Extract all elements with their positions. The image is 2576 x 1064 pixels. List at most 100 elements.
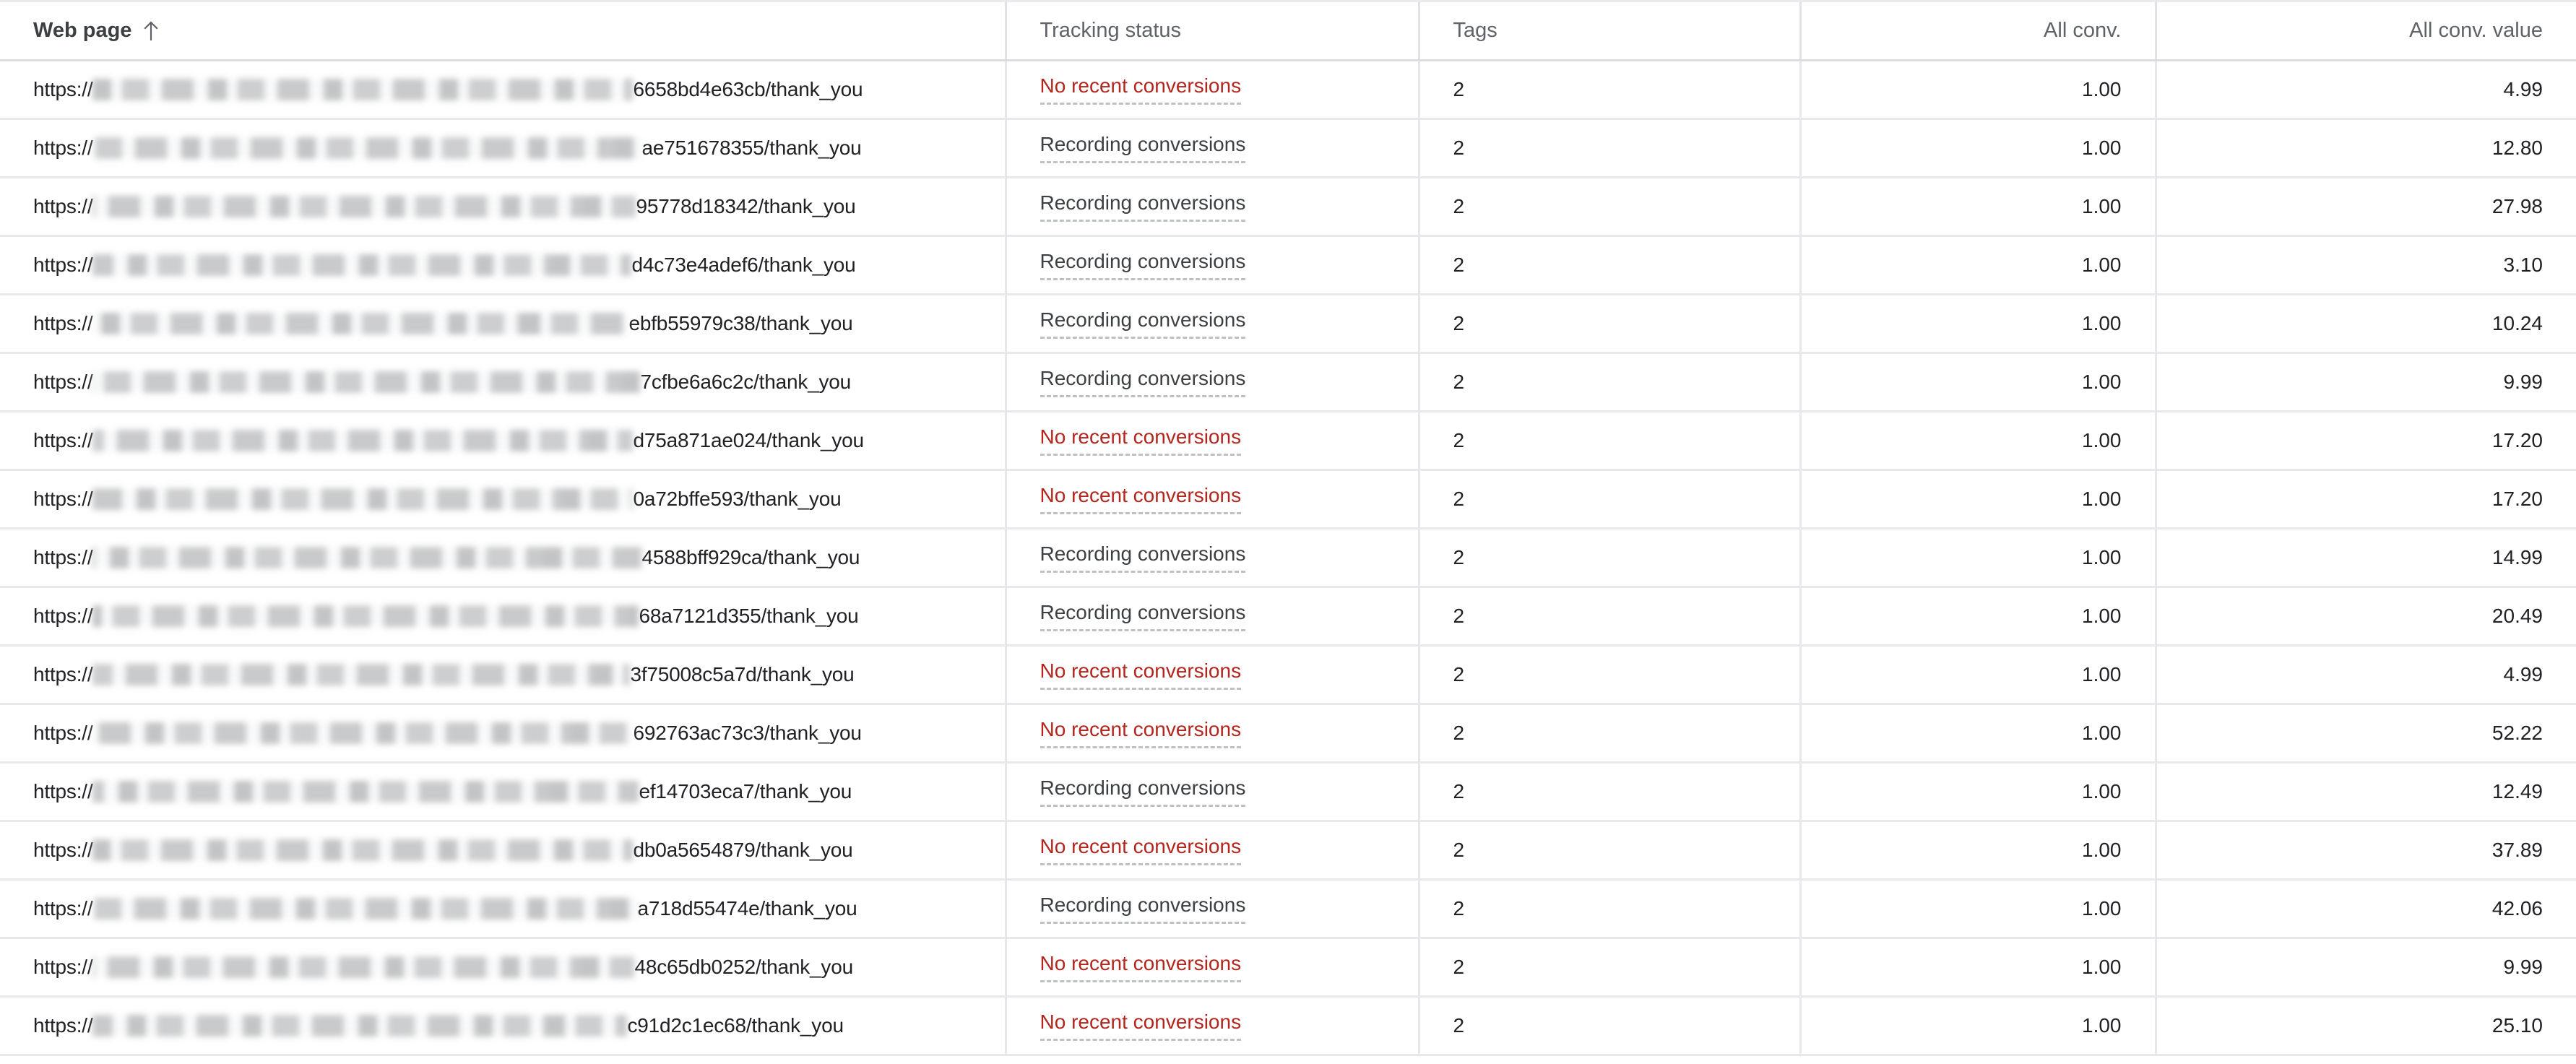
url-suffix: 68a7121d355/thank_you [639, 605, 859, 627]
tracking-status-badge[interactable]: Recording conversions [1040, 133, 1246, 164]
tracking-status-badge[interactable]: Recording conversions [1040, 308, 1246, 339]
cell-tags: 2 [1417, 411, 1800, 471]
web-page-url[interactable]: https:// db0a5654879/thank_you [33, 839, 972, 861]
url-redacted-segment [92, 430, 634, 451]
tracking-status-badge[interactable]: Recording conversions [1040, 894, 1246, 925]
tracking-status-badge[interactable]: No recent conversions [1040, 484, 1242, 515]
web-page-url[interactable]: https:// 4588bff929ca/thank_you [33, 547, 972, 568]
cell-tags: 2 [1417, 821, 1800, 881]
cell-web-page[interactable]: https:// 68a7121d355/thank_you [0, 587, 1006, 646]
column-header-tracking-status[interactable]: Tracking status [1004, 0, 1419, 61]
cell-all-conv: 1.00 [1799, 762, 2156, 822]
web-page-url[interactable]: https:// 0a72bffe593/thank_you [33, 488, 972, 510]
web-page-url[interactable]: https:// c91d2c1ec68/thank_you [33, 1015, 972, 1037]
web-page-url[interactable]: https:// ae751678355/thank_you [33, 137, 972, 159]
tracking-status-badge[interactable]: No recent conversions [1040, 835, 1242, 866]
tracking-status-badge[interactable]: No recent conversions [1040, 1011, 1242, 1042]
cell-web-page[interactable]: https:// a718d55474e/thank_you [0, 879, 1006, 939]
cell-web-page[interactable]: https:// 95778d18342/thank_you [0, 177, 1006, 237]
table-row[interactable]: https:// 692763ac73c3/thank_you No recent … [0, 704, 2576, 764]
arrow-up-icon[interactable] [142, 20, 160, 42]
web-page-url[interactable]: https:// 6658bd4e63cb/thank_you [33, 79, 972, 100]
web-page-url[interactable]: https:// ef14703eca7/thank_you [33, 781, 972, 803]
table-row[interactable]: https:// 48c65db0252/thank_you No recent c… [0, 938, 2576, 998]
web-page-report-table: Web page Tracking status Tags All conv. … [0, 0, 2576, 1056]
tracking-status-badge[interactable]: No recent conversions [1040, 425, 1242, 457]
cell-web-page[interactable]: https:// 6658bd4e63cb/thank_you [0, 60, 1006, 120]
tracking-status-badge[interactable]: No recent conversions [1040, 74, 1242, 105]
cell-tracking-status: Recording conversions [1004, 587, 1419, 646]
cell-web-page[interactable]: https:// ef14703eca7/thank_you [0, 762, 1006, 822]
web-page-url[interactable]: https:// 95778d18342/thank_you [33, 196, 972, 217]
table-row[interactable]: https:// ebfb55979c38/thank_you Recording … [0, 294, 2576, 354]
table-row[interactable]: https:// ef14703eca7/thank_you Recording c… [0, 762, 2576, 822]
web-page-url[interactable]: https:// d4c73e4adef6/thank_you [33, 254, 972, 276]
cell-web-page[interactable]: https:// 692763ac73c3/thank_you [0, 704, 1006, 764]
cell-tracking-status: No recent conversions [1004, 821, 1419, 881]
url-suffix: 3f75008c5a7d/thank_you [630, 663, 855, 685]
cell-all-conv-value: 17.20 [2154, 470, 2576, 529]
table-row[interactable]: https:// ae751678355/thank_you Recording c… [0, 118, 2576, 178]
url-scheme: https:// [33, 78, 93, 100]
cell-web-page[interactable]: https:// c91d2c1ec68/thank_you [0, 996, 1006, 1056]
tracking-status-badge[interactable]: Recording conversions [1040, 542, 1246, 574]
cell-web-page[interactable]: https:// 0a72bffe593/thank_you [0, 470, 1006, 529]
cell-web-page[interactable]: https:// 4588bff929ca/thank_you [0, 528, 1006, 588]
web-page-url[interactable]: https:// 48c65db0252/thank_you [33, 956, 972, 978]
table-row[interactable]: https:// a718d55474e/thank_you Recording c… [0, 879, 2576, 939]
cell-tracking-status: Recording conversions [1004, 118, 1419, 178]
url-redacted-segment [92, 254, 632, 276]
table-row[interactable]: https:// d4c73e4adef6/thank_you Recording … [0, 235, 2576, 295]
cell-web-page[interactable]: https:// db0a5654879/thank_you [0, 821, 1006, 881]
table-row[interactable]: https:// d75a871ae024/thank_you No recent … [0, 411, 2576, 471]
column-header-tracking-status-label: Tracking status [1040, 19, 1182, 42]
url-scheme: https:// [33, 488, 93, 510]
cell-all-conv-value: 37.89 [2154, 821, 2576, 881]
web-page-url[interactable]: https:// d75a871ae024/thank_you [33, 430, 972, 451]
cell-tracking-status: No recent conversions [1004, 645, 1419, 705]
url-scheme: https:// [33, 780, 93, 803]
table-row[interactable]: https:// db0a5654879/thank_you No recent c… [0, 821, 2576, 881]
column-header-web-page[interactable]: Web page [0, 0, 1006, 61]
cell-all-conv-value: 12.80 [2154, 118, 2576, 178]
web-page-url[interactable]: https:// 7cfbe6a6c2c/thank_you [33, 371, 972, 393]
column-header-all-conv[interactable]: All conv. [1799, 0, 2156, 61]
tracking-status-badge[interactable]: No recent conversions [1040, 718, 1242, 749]
table-row[interactable]: https:// 6658bd4e63cb/thank_you No recent … [0, 60, 2576, 120]
tracking-status-badge[interactable]: No recent conversions [1040, 952, 1242, 983]
cell-web-page[interactable]: https:// ebfb55979c38/thank_you [0, 294, 1006, 354]
web-page-url[interactable]: https:// 692763ac73c3/thank_you [33, 722, 972, 744]
web-page-url[interactable]: https:// a718d55474e/thank_you [33, 898, 972, 920]
tracking-status-badge[interactable]: Recording conversions [1040, 777, 1246, 808]
cell-web-page[interactable]: https:// d4c73e4adef6/thank_you [0, 235, 1006, 295]
table-row[interactable]: https:// c91d2c1ec68/thank_you No recent c… [0, 996, 2576, 1056]
column-header-tags[interactable]: Tags [1417, 0, 1800, 61]
cell-tracking-status: Recording conversions [1004, 762, 1419, 822]
cell-all-conv: 1.00 [1799, 704, 2156, 764]
url-scheme: https:// [33, 839, 93, 861]
cell-web-page[interactable]: https:// 7cfbe6a6c2c/thank_you [0, 352, 1006, 412]
column-header-all-conv-value[interactable]: All conv. value [2154, 0, 2576, 61]
cell-all-conv-value: 17.20 [2154, 411, 2576, 471]
tracking-status-badge[interactable]: Recording conversions [1040, 191, 1246, 222]
url-scheme: https:// [33, 312, 93, 334]
cell-web-page[interactable]: https:// 48c65db0252/thank_you [0, 938, 1006, 998]
tracking-status-badge[interactable]: No recent conversions [1040, 659, 1242, 691]
web-page-url[interactable]: https:// 3f75008c5a7d/thank_you [33, 664, 972, 685]
table-row[interactable]: https:// 95778d18342/thank_you Recording c… [0, 177, 2576, 237]
cell-tracking-status: Recording conversions [1004, 528, 1419, 588]
web-page-url[interactable]: https:// ebfb55979c38/thank_you [33, 313, 972, 334]
table-row[interactable]: https:// 68a7121d355/thank_you Recording c… [0, 587, 2576, 646]
url-redacted-segment [92, 664, 631, 685]
tracking-status-badge[interactable]: Recording conversions [1040, 601, 1246, 632]
cell-web-page[interactable]: https:// d75a871ae024/thank_you [0, 411, 1006, 471]
table-row[interactable]: https:// 7cfbe6a6c2c/thank_you Recording c… [0, 352, 2576, 412]
cell-web-page[interactable]: https:// 3f75008c5a7d/thank_you [0, 645, 1006, 705]
tracking-status-badge[interactable]: Recording conversions [1040, 367, 1246, 398]
cell-web-page[interactable]: https:// ae751678355/thank_you [0, 118, 1006, 178]
table-row[interactable]: https:// 0a72bffe593/thank_you No recent c… [0, 470, 2576, 529]
web-page-url[interactable]: https:// 68a7121d355/thank_you [33, 605, 972, 627]
table-row[interactable]: https:// 3f75008c5a7d/thank_you No recent … [0, 645, 2576, 705]
table-row[interactable]: https:// 4588bff929ca/thank_you Recording … [0, 528, 2576, 588]
tracking-status-badge[interactable]: Recording conversions [1040, 250, 1246, 281]
